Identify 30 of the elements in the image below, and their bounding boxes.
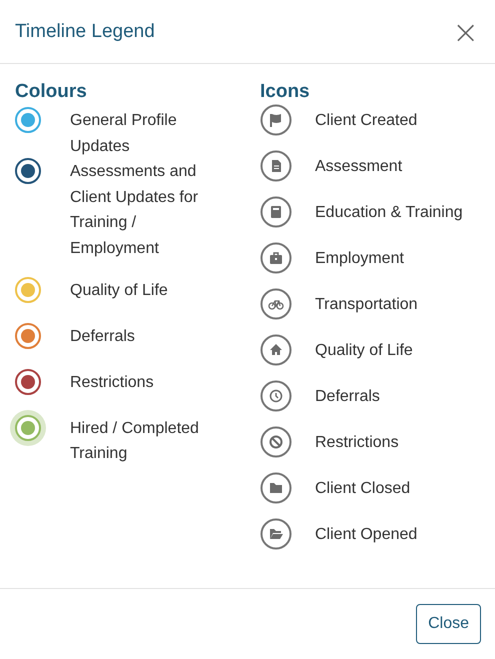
legend-label: General Profile Updates: [70, 111, 178, 157]
legend-label: Transportation: [315, 295, 418, 315]
bicycle-icon: [260, 288, 292, 320]
legend-label: Client Opened: [315, 525, 418, 545]
legend-label: Hired / Completed Training: [70, 418, 200, 464]
prohibited-icon: [260, 426, 292, 458]
legend-label: Quality of Life: [70, 280, 169, 301]
folder-icon: [260, 472, 292, 504]
legend-label: Deferrals: [70, 326, 136, 347]
legend-label: Assessment: [315, 157, 402, 177]
briefcase-icon: [260, 242, 292, 274]
clock-icon: [260, 380, 292, 412]
legend-label: Client Closed: [315, 479, 410, 499]
legend-label: Restrictions: [70, 372, 155, 393]
legend-label: Restrictions: [315, 433, 399, 453]
book-icon: [260, 196, 292, 228]
legend-label: Deferrals: [315, 387, 380, 407]
legend-label: Client Created: [315, 111, 418, 131]
section-heading: Icons: [260, 80, 311, 104]
legend-label: Education & Training: [315, 203, 463, 223]
legend-label: Assessments and Client Updates for Training / Employment: [70, 162, 200, 259]
section-heading: Colours: [15, 80, 88, 104]
dialog-title: Timeline Legend: [15, 20, 155, 42]
legend-label: Quality of Life: [315, 341, 413, 361]
house-icon: [260, 334, 292, 366]
flag-icon: [260, 104, 292, 136]
folder-icon: [260, 518, 292, 550]
document-icon: [260, 150, 292, 182]
legend-label: Employment: [315, 249, 404, 269]
close-button[interactable]: Close: [416, 604, 481, 644]
